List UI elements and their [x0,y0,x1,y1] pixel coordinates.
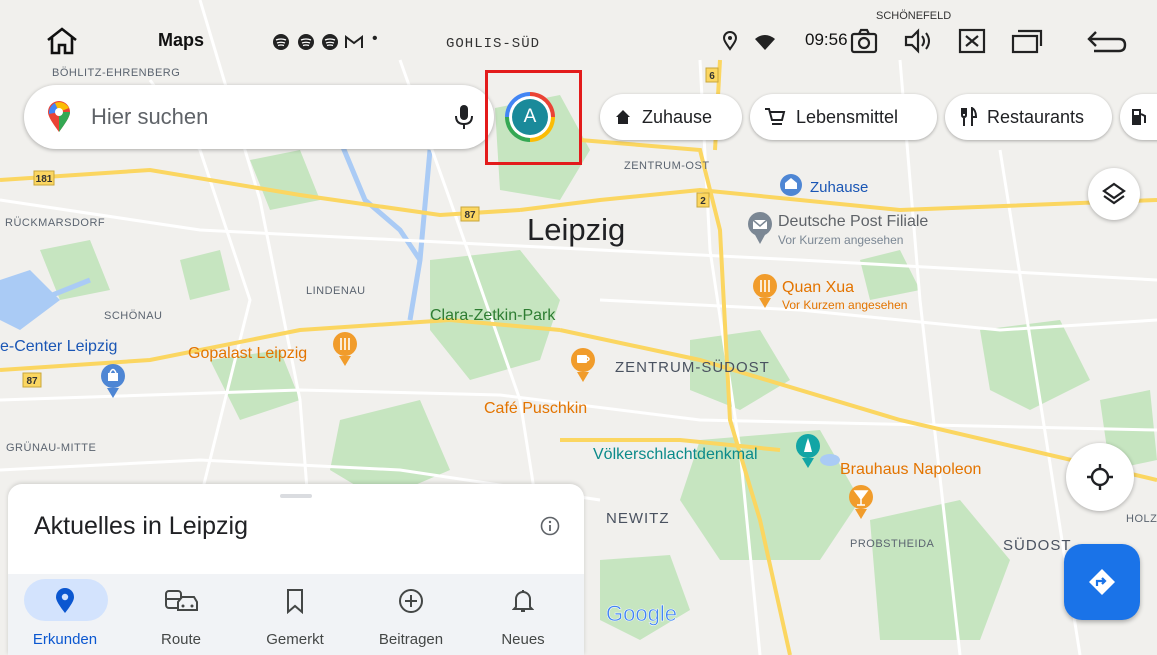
bookmark-icon [287,589,303,614]
commute-icon [165,590,198,611]
district-probstheida: PROBSTHEIDA [850,538,935,550]
district-lindenau: LINDENAU [306,285,366,297]
place-label-cafe-puschkin: Café Puschkin [484,400,587,417]
park-label-clara: Clara-Zetkin-Park [430,307,556,324]
add-circle-icon [399,589,423,613]
place-label-post: Deutsche Post Filiale [778,213,928,230]
place-label-gopalast: Gopalast Leipzig [188,345,307,362]
back-icon[interactable] [1086,28,1128,56]
search-bar[interactable]: Hier suchen [24,85,494,149]
nav-item-erkunden[interactable]: Erkunden [10,574,120,655]
place-sub-quan-xua: Vor Kurzem angesehen [782,298,907,312]
status-dot: • [372,30,378,47]
district-schoenau: SCHÖNAU [104,310,163,322]
road-shield-181: 181 [36,174,53,185]
home-pin-icon [780,174,802,196]
district-gruenau: GRÜNAU-MITTE [6,442,96,454]
directions-icon [1089,569,1115,595]
google-logo: Google [606,601,677,626]
close-box-icon[interactable] [958,28,986,54]
avatar-initial: A [512,99,548,135]
nav-label: Route [160,631,202,648]
place-label-ecenter: e-Center Leipzig [0,338,117,355]
window-icon[interactable] [1011,28,1043,54]
road-shield-2: 2 [700,196,706,207]
my-location-button[interactable] [1066,443,1134,511]
nav-label: Gemerkt [266,631,324,648]
home-icon[interactable] [45,26,79,56]
bell-icon [512,590,534,612]
google-maps-pin-icon [48,101,70,132]
district-holz: HOLZ [1126,513,1157,525]
city-label-leipzig: Leipzig [527,212,625,247]
microphone-icon[interactable] [454,103,474,131]
nav-item-beitragen[interactable]: Beitragen [356,574,466,655]
district-zentrum-suedost: ZENTRUM-SÜDOST [615,358,770,376]
status-app-title: Maps [158,30,205,50]
spotify-icon [322,34,338,50]
district-rueckmarsdorf: RÜCKMARSDORF [5,217,105,229]
nav-label: Neues [501,631,545,648]
explore-pin-icon [56,588,74,613]
gmail-icon [345,35,363,48]
volume-icon[interactable] [903,27,933,55]
cart-icon [765,108,786,125]
wifi-icon [755,35,775,50]
road-shield-6: 6 [709,71,715,82]
poi-label-voelkerschlachtdenkmal: Völkerschlachtdenkmal [593,446,758,463]
bottom-navigation: Erkunden Route Gemerkt Beitragen Neues [8,574,584,655]
home-icon [616,110,630,124]
district-suedost: SÜDOST [1003,536,1072,554]
chip-label: Zuhause [642,106,713,127]
status-bar: Maps • GOHLIS-SÜD SCHÖNEFELD 09:56 [0,0,1157,72]
road-shield-87-west: 87 [26,376,38,387]
info-icon[interactable] [540,516,560,536]
nav-item-gemerkt[interactable]: Gemerkt [240,574,350,655]
gas-station-icon [1132,109,1146,125]
nav-label: Erkunden [32,631,98,648]
restaurant-icon [961,107,977,126]
chip-lebensmittel[interactable]: Lebensmittel [750,94,937,140]
district-zentrum-ost: ZENTRUM-OST [624,160,710,172]
road-shield-87: 87 [464,210,476,221]
district-schoenefeld: SCHÖNEFELD [876,10,952,22]
place-label-brauhaus: Brauhaus Napoleon [840,461,981,478]
place-label-quan-xua: Quan Xua [782,279,854,296]
avatar[interactable]: A [505,92,555,142]
chip-label: Restaurants [987,106,1085,127]
spotify-icon [273,34,289,50]
search-input[interactable]: Hier suchen [91,104,208,130]
directions-button[interactable] [1064,544,1140,620]
nav-item-route[interactable]: Route [126,574,236,655]
layers-button[interactable] [1088,168,1140,220]
chip-label: Lebensmittel [796,106,899,127]
nav-label: Beitragen [378,631,444,648]
layers-icon [1102,182,1126,205]
place-label-zuhause: Zuhause [810,179,868,196]
status-time: 09:56 [805,30,848,49]
district-newitz: NEWITZ [606,510,670,527]
district-gohlis: GOHLIS-SÜD [446,36,541,52]
screenshot-icon[interactable] [849,27,879,55]
nav-item-neues[interactable]: Neues [468,574,578,655]
chip-restaurants[interactable]: Restaurants [945,94,1112,140]
spotify-icon [298,34,314,50]
location-icon [723,31,737,51]
place-sub-post: Vor Kurzem angesehen [778,233,903,247]
crosshair-icon [1087,464,1113,490]
sheet-drag-handle[interactable] [280,494,312,498]
sheet-title: Aktuelles in Leipzig [34,512,249,540]
chip-zuhause[interactable]: Zuhause [600,94,742,140]
